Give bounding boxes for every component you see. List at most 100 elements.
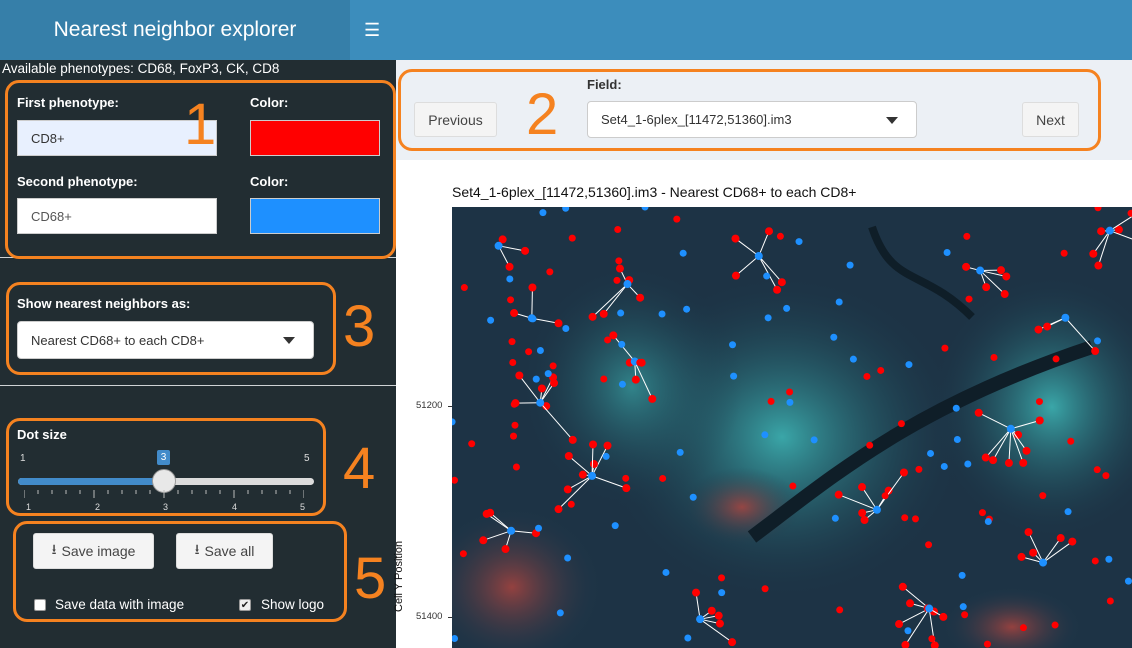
cell-marker <box>487 316 495 324</box>
cell-marker <box>617 309 625 317</box>
cell-marker <box>835 298 843 306</box>
cell-marker <box>1067 437 1075 445</box>
cell-marker <box>1091 557 1099 565</box>
annotation-box-4 <box>6 418 326 516</box>
cell-marker <box>958 571 966 579</box>
cd8-marker <box>707 606 716 615</box>
cell-marker <box>959 603 967 611</box>
cd68-marker <box>754 252 763 261</box>
cell-marker <box>636 359 644 367</box>
cell-marker <box>539 209 547 217</box>
cd8-marker <box>731 234 740 243</box>
cell-marker <box>615 257 623 265</box>
cd8-marker <box>554 505 563 514</box>
cell-marker <box>952 404 960 412</box>
cell-marker <box>1093 337 1101 345</box>
cell-marker <box>767 397 775 405</box>
cell-marker <box>600 375 608 383</box>
cell-marker <box>877 366 885 374</box>
cell-marker <box>965 295 973 303</box>
cell-marker <box>508 338 516 346</box>
cell-marker <box>863 372 871 380</box>
cell-marker <box>915 465 923 473</box>
cell-marker <box>549 362 557 370</box>
cd8-marker <box>715 619 724 628</box>
cell-marker <box>1051 621 1059 629</box>
cell-marker <box>525 348 533 356</box>
cd68-marker <box>1039 558 1048 567</box>
cd68-marker <box>1105 226 1114 235</box>
cell-marker <box>984 518 992 526</box>
cd8-marker <box>588 312 597 321</box>
cell-marker <box>1064 508 1072 516</box>
cd8-marker <box>858 509 867 518</box>
cell-marker <box>529 315 537 323</box>
cell-marker <box>1060 249 1068 257</box>
cd8-marker <box>834 490 843 499</box>
cell-marker <box>961 611 969 619</box>
neighbor-link <box>531 287 533 319</box>
cell-marker <box>1035 398 1043 406</box>
cd8-marker <box>692 588 701 597</box>
cell-marker <box>831 514 839 522</box>
cell-marker <box>622 474 630 482</box>
cell-marker <box>684 634 692 642</box>
cd8-marker <box>1068 537 1077 546</box>
cell-marker <box>618 340 626 348</box>
cd8-marker <box>773 285 782 294</box>
cell-marker <box>904 627 912 635</box>
cell-marker <box>546 268 554 276</box>
cell-marker <box>611 522 619 530</box>
cd8-marker <box>505 262 514 271</box>
cell-marker <box>510 432 518 440</box>
cell-marker <box>978 509 986 517</box>
annotation-box-2 <box>398 69 1101 151</box>
cell-marker <box>830 333 838 341</box>
cell-marker <box>556 609 564 617</box>
cd8-marker <box>1097 227 1106 236</box>
cell-marker <box>901 514 909 522</box>
cd8-marker <box>899 468 908 477</box>
cell-marker <box>532 375 540 383</box>
cd8-marker <box>1035 416 1044 425</box>
cd8-marker <box>599 309 608 318</box>
cd8-marker <box>728 638 737 647</box>
cell-marker <box>602 452 610 460</box>
cell-marker <box>866 441 874 449</box>
cd8-marker <box>1017 552 1026 561</box>
cell-marker <box>964 460 972 468</box>
cell-marker <box>849 355 857 363</box>
available-phenotypes: Available phenotypes: CD68, FoxP3, CK, C… <box>2 61 280 76</box>
cd8-marker <box>615 264 624 273</box>
cd8-marker <box>1029 548 1038 557</box>
cd68-marker <box>976 266 985 275</box>
cd8-marker <box>550 379 559 388</box>
cell-marker <box>658 310 666 318</box>
cd8-marker <box>589 460 598 469</box>
cd8-marker <box>777 278 786 287</box>
cell-marker <box>783 304 791 312</box>
cd8-marker <box>1056 534 1065 543</box>
cell-marker <box>683 305 691 313</box>
cd8-marker <box>1022 446 1031 455</box>
cell-marker <box>613 276 621 284</box>
cell-marker <box>1106 597 1114 605</box>
cell-marker <box>614 225 622 233</box>
cell-marker <box>963 232 971 240</box>
cd8-marker <box>515 371 524 380</box>
cell-marker <box>679 249 687 257</box>
cell-marker <box>905 361 913 369</box>
cd8-marker <box>528 283 537 292</box>
cd8-marker <box>1034 325 1043 334</box>
cell-marker <box>761 431 769 439</box>
nearest-neighbor-plot <box>452 207 1132 648</box>
cell-marker <box>564 554 572 562</box>
plot-title: Set4_1-6plex_[11472,51360].im3 - Nearest… <box>452 184 857 200</box>
cd8-marker <box>765 227 774 236</box>
microscopy-image[interactable] <box>452 207 1132 648</box>
cd68-marker <box>925 604 934 613</box>
cd8-marker <box>1094 261 1103 270</box>
cell-marker <box>1039 492 1047 500</box>
cell-marker <box>544 370 552 378</box>
hamburger-icon[interactable]: ☰ <box>364 20 382 40</box>
